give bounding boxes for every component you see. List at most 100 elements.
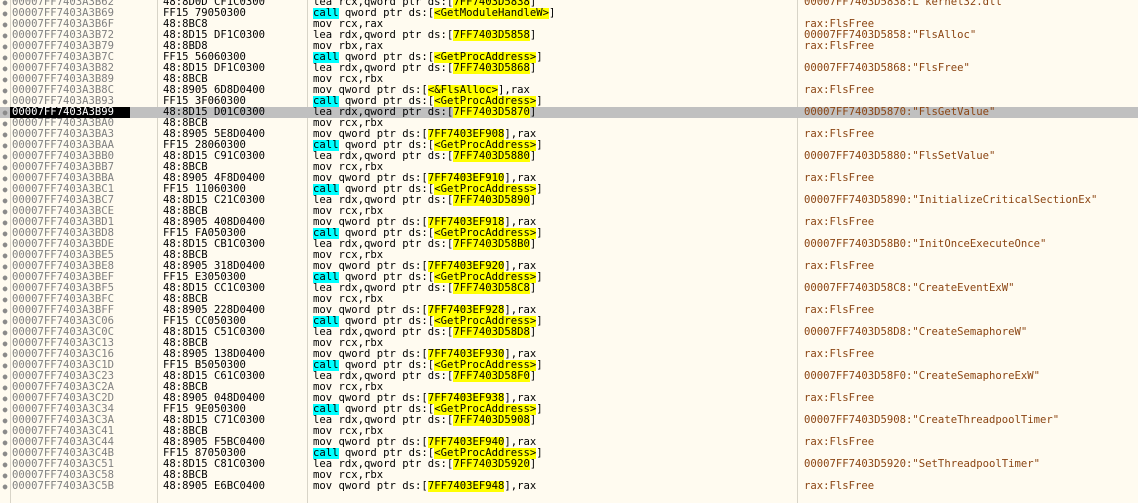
instruction-row[interactable]: ● 00007FF7403A3B62 48:8D0D CF1C0300 lea rcx… bbox=[0, 0, 1138, 8]
breakpoint-dot-icon[interactable]: ● bbox=[1, 107, 9, 118]
instruction-row[interactable]: ● 00007FF7403A3BB0 48:8D15 C91C0300 lea rdx… bbox=[0, 151, 1138, 162]
instruction-row[interactable]: ● 00007FF7403A3C5B 48:8905 E6BC0400 mov qwo… bbox=[0, 481, 1138, 492]
instruction-row[interactable]: ● 00007FF7403A3BFC 48:8BCB mov rcx,rbx bbox=[0, 294, 1138, 305]
memory-operand: <GetProcAddress> bbox=[434, 140, 537, 151]
breakpoint-dot-icon[interactable]: ● bbox=[1, 393, 9, 404]
disassembly-view[interactable]: ● 00007FF7403A3B62 48:8D0D CF1C0300 lea rcx… bbox=[0, 0, 1138, 503]
breakpoint-dot-icon[interactable]: ● bbox=[1, 448, 9, 459]
instruction-row[interactable]: ● 00007FF7403A3BD8 FF15 FA050300 call qword… bbox=[0, 228, 1138, 239]
memory-operand: <GetProcAddress> bbox=[434, 228, 537, 239]
breakpoint-dot-icon[interactable]: ● bbox=[1, 437, 9, 448]
breakpoint-dot-icon[interactable]: ● bbox=[1, 19, 9, 30]
breakpoint-dot-icon[interactable]: ● bbox=[1, 85, 9, 96]
breakpoint-dot-icon[interactable]: ● bbox=[1, 360, 9, 371]
breakpoint-dot-icon[interactable]: ● bbox=[1, 426, 9, 437]
breakpoint-dot-icon[interactable]: ● bbox=[1, 118, 9, 129]
instruction-row[interactable]: ● 00007FF7403A3C16 48:8905 138D0400 mov qwo… bbox=[0, 349, 1138, 360]
breakpoint-dot-icon[interactable]: ● bbox=[1, 184, 9, 195]
breakpoint-dot-icon[interactable]: ● bbox=[1, 195, 9, 206]
breakpoint-dot-icon[interactable]: ● bbox=[1, 316, 9, 327]
instruction-row[interactable]: ● 00007FF7403A3B7C FF15 56060300 call qword… bbox=[0, 52, 1138, 63]
breakpoint-dot-icon[interactable]: ● bbox=[1, 217, 9, 228]
instruction-row[interactable]: ● 00007FF7403A3C06 FF15 CC050300 call qword… bbox=[0, 316, 1138, 327]
breakpoint-dot-icon[interactable]: ● bbox=[1, 30, 9, 41]
breakpoint-dot-icon[interactable]: ● bbox=[1, 404, 9, 415]
breakpoint-dot-icon[interactable]: ● bbox=[1, 96, 9, 107]
instruction-row[interactable]: ● 00007FF7403A3BE8 48:8905 318D0400 mov qwo… bbox=[0, 261, 1138, 272]
instruction-row[interactable]: ● 00007FF7403A3BC1 FF15 11060300 call qword… bbox=[0, 184, 1138, 195]
breakpoint-dot-icon[interactable]: ● bbox=[1, 74, 9, 85]
instruction-row[interactable]: ● 00007FF7403A3C23 48:8D15 C61C0300 lea rdx… bbox=[0, 371, 1138, 382]
breakpoint-dot-icon[interactable]: ● bbox=[1, 294, 9, 305]
instruction-row[interactable]: ● 00007FF7403A3B8C 48:8905 6D8D0400 mov qwo… bbox=[0, 85, 1138, 96]
breakpoint-dot-icon[interactable]: ● bbox=[1, 0, 9, 8]
breakpoint-dot-icon[interactable]: ● bbox=[1, 8, 9, 19]
breakpoint-dot-icon[interactable]: ● bbox=[1, 349, 9, 360]
breakpoint-dot-icon[interactable]: ● bbox=[1, 382, 9, 393]
instruction-row[interactable]: ● 00007FF7403A3C41 48:8BCB mov rcx,rbx bbox=[0, 426, 1138, 437]
instruction-row[interactable]: ● 00007FF7403A3BD1 48:8905 408D0400 mov qwo… bbox=[0, 217, 1138, 228]
breakpoint-dot-icon[interactable]: ● bbox=[1, 129, 9, 140]
breakpoint-dot-icon[interactable]: ● bbox=[1, 470, 9, 481]
breakpoint-dot-icon[interactable]: ● bbox=[1, 338, 9, 349]
instruction-row[interactable]: ● 00007FF7403A3BFF 48:8905 228D0400 mov qwo… bbox=[0, 305, 1138, 316]
instruction-row[interactable]: ● 00007FF7403A3C44 48:8905 F5BC0400 mov qwo… bbox=[0, 437, 1138, 448]
breakpoint-dot-icon[interactable]: ● bbox=[1, 162, 9, 173]
breakpoint-dot-icon[interactable]: ● bbox=[1, 173, 9, 184]
instruction-comment: 00007FF7403D58D8:"CreateSemaphoreW" bbox=[804, 327, 1028, 338]
instruction-row[interactable]: ● 00007FF7403A3BEF FF15 E3050300 call qword… bbox=[0, 272, 1138, 283]
instruction-row[interactable]: ● 00007FF7403A3B6F 48:8BC8 mov rcx,rax rax:F… bbox=[0, 19, 1138, 30]
breakpoint-dot-icon[interactable]: ● bbox=[1, 327, 9, 338]
breakpoint-dot-icon[interactable]: ● bbox=[1, 371, 9, 382]
breakpoint-dot-icon[interactable]: ● bbox=[1, 261, 9, 272]
instruction-address: 00007FF7403A3C44 bbox=[12, 437, 115, 448]
instruction-row[interactable]: ● 00007FF7403A3BB7 48:8BCB mov rcx,rbx bbox=[0, 162, 1138, 173]
instruction-row[interactable]: ● 00007FF7403A3B89 48:8BCB mov rcx,rbx bbox=[0, 74, 1138, 85]
breakpoint-dot-icon[interactable]: ● bbox=[1, 140, 9, 151]
breakpoint-dot-icon[interactable]: ● bbox=[1, 206, 9, 217]
instruction-row[interactable]: ● 00007FF7403A3C3A 48:8D15 C71C0300 lea rdx… bbox=[0, 415, 1138, 426]
instruction-row[interactable]: ● 00007FF7403A3BBA 48:8905 4F8D0400 mov qwo… bbox=[0, 173, 1138, 184]
instruction-row[interactable]: ● 00007FF7403A3C2D 48:8905 048D0400 mov qwo… bbox=[0, 393, 1138, 404]
breakpoint-dot-icon[interactable]: ● bbox=[1, 305, 9, 316]
instruction-comment: rax:FlsFree bbox=[804, 217, 875, 228]
breakpoint-dot-icon[interactable]: ● bbox=[1, 283, 9, 294]
instruction-row[interactable]: ● 00007FF7403A3BF5 48:8D15 CC1C0300 lea rdx… bbox=[0, 283, 1138, 294]
instruction-row[interactable]: ● 00007FF7403A3C13 48:8BCB mov rcx,rbx bbox=[0, 338, 1138, 349]
breakpoint-dot-icon[interactable]: ● bbox=[1, 228, 9, 239]
breakpoint-dot-icon[interactable]: ● bbox=[1, 459, 9, 470]
breakpoint-dot-icon[interactable]: ● bbox=[1, 481, 9, 492]
instruction-address: 00007FF7403A3BA3 bbox=[12, 129, 115, 140]
instruction-row[interactable]: ● 00007FF7403A3BA0 48:8BCB mov rcx,rbx bbox=[0, 118, 1138, 129]
breakpoint-dot-icon[interactable]: ● bbox=[1, 272, 9, 283]
breakpoint-dot-icon[interactable]: ● bbox=[1, 63, 9, 74]
instruction-row[interactable]: ● 00007FF7403A3BE5 48:8BCB mov rcx,rbx bbox=[0, 250, 1138, 261]
instruction-row[interactable]: ● 00007FF7403A3BC7 48:8D15 C21C0300 lea rdx… bbox=[0, 195, 1138, 206]
instruction-row[interactable]: ● 00007FF7403A3BCE 48:8BCB mov rcx,rbx bbox=[0, 206, 1138, 217]
memory-operand: <GetProcAddress> bbox=[434, 316, 537, 327]
instruction-row[interactable]: ● 00007FF7403A3B82 48:8D15 DF1C0300 lea rdx… bbox=[0, 63, 1138, 74]
instruction-row[interactable]: ● 00007FF7403A3BAA FF15 28060300 call qword… bbox=[0, 140, 1138, 151]
breakpoint-dot-icon[interactable]: ● bbox=[1, 151, 9, 162]
instruction-row[interactable]: ● 00007FF7403A3C1D FF15 B5050300 call qword… bbox=[0, 360, 1138, 371]
breakpoint-dot-icon[interactable]: ● bbox=[1, 41, 9, 52]
instruction-row[interactable]: ● 00007FF7403A3B79 48:8BD8 mov rbx,rax rax:F… bbox=[0, 41, 1138, 52]
breakpoint-dot-icon[interactable]: ● bbox=[1, 415, 9, 426]
instruction-token: mov qword ptr ds:[ bbox=[313, 217, 428, 228]
breakpoint-dot-icon[interactable]: ● bbox=[1, 250, 9, 261]
instruction-row[interactable]: ● 00007FF7403A3BA3 48:8905 5E8D0400 mov qwo… bbox=[0, 129, 1138, 140]
breakpoint-dot-icon[interactable]: ● bbox=[1, 52, 9, 63]
breakpoint-dot-icon[interactable]: ● bbox=[1, 239, 9, 250]
instruction-row[interactable]: ● 00007FF7403A3B99 48:8D15 D01C0300 lea rdx… bbox=[0, 107, 1138, 118]
instruction-text: lea rdx,qword ptr ds:[7FF7403D5858] bbox=[313, 30, 795, 41]
instruction-row[interactable]: ● 00007FF7403A3C4B FF15 87050300 call qword… bbox=[0, 448, 1138, 459]
instruction-row[interactable]: ● 00007FF7403A3C2A 48:8BCB mov rcx,rbx bbox=[0, 382, 1138, 393]
instruction-row[interactable]: ● 00007FF7403A3C34 FF15 9E050300 call qword… bbox=[0, 404, 1138, 415]
instruction-row[interactable]: ● 00007FF7403A3C58 48:8BCB mov rcx,rbx bbox=[0, 470, 1138, 481]
instruction-row[interactable]: ● 00007FF7403A3B69 FF15 79050300 call qword… bbox=[0, 8, 1138, 19]
instruction-row[interactable]: ● 00007FF7403A3B72 48:8D15 DF1C0300 lea rdx… bbox=[0, 30, 1138, 41]
instruction-row[interactable]: ● 00007FF7403A3BDE 48:8D15 CB1C0300 lea rdx… bbox=[0, 239, 1138, 250]
instruction-row[interactable]: ● 00007FF7403A3C51 48:8D15 C81C0300 lea rdx… bbox=[0, 459, 1138, 470]
instruction-row[interactable]: ● 00007FF7403A3B93 FF15 3F060300 call qword… bbox=[0, 96, 1138, 107]
instruction-row[interactable]: ● 00007FF7403A3C0C 48:8D15 C51C0300 lea rdx… bbox=[0, 327, 1138, 338]
